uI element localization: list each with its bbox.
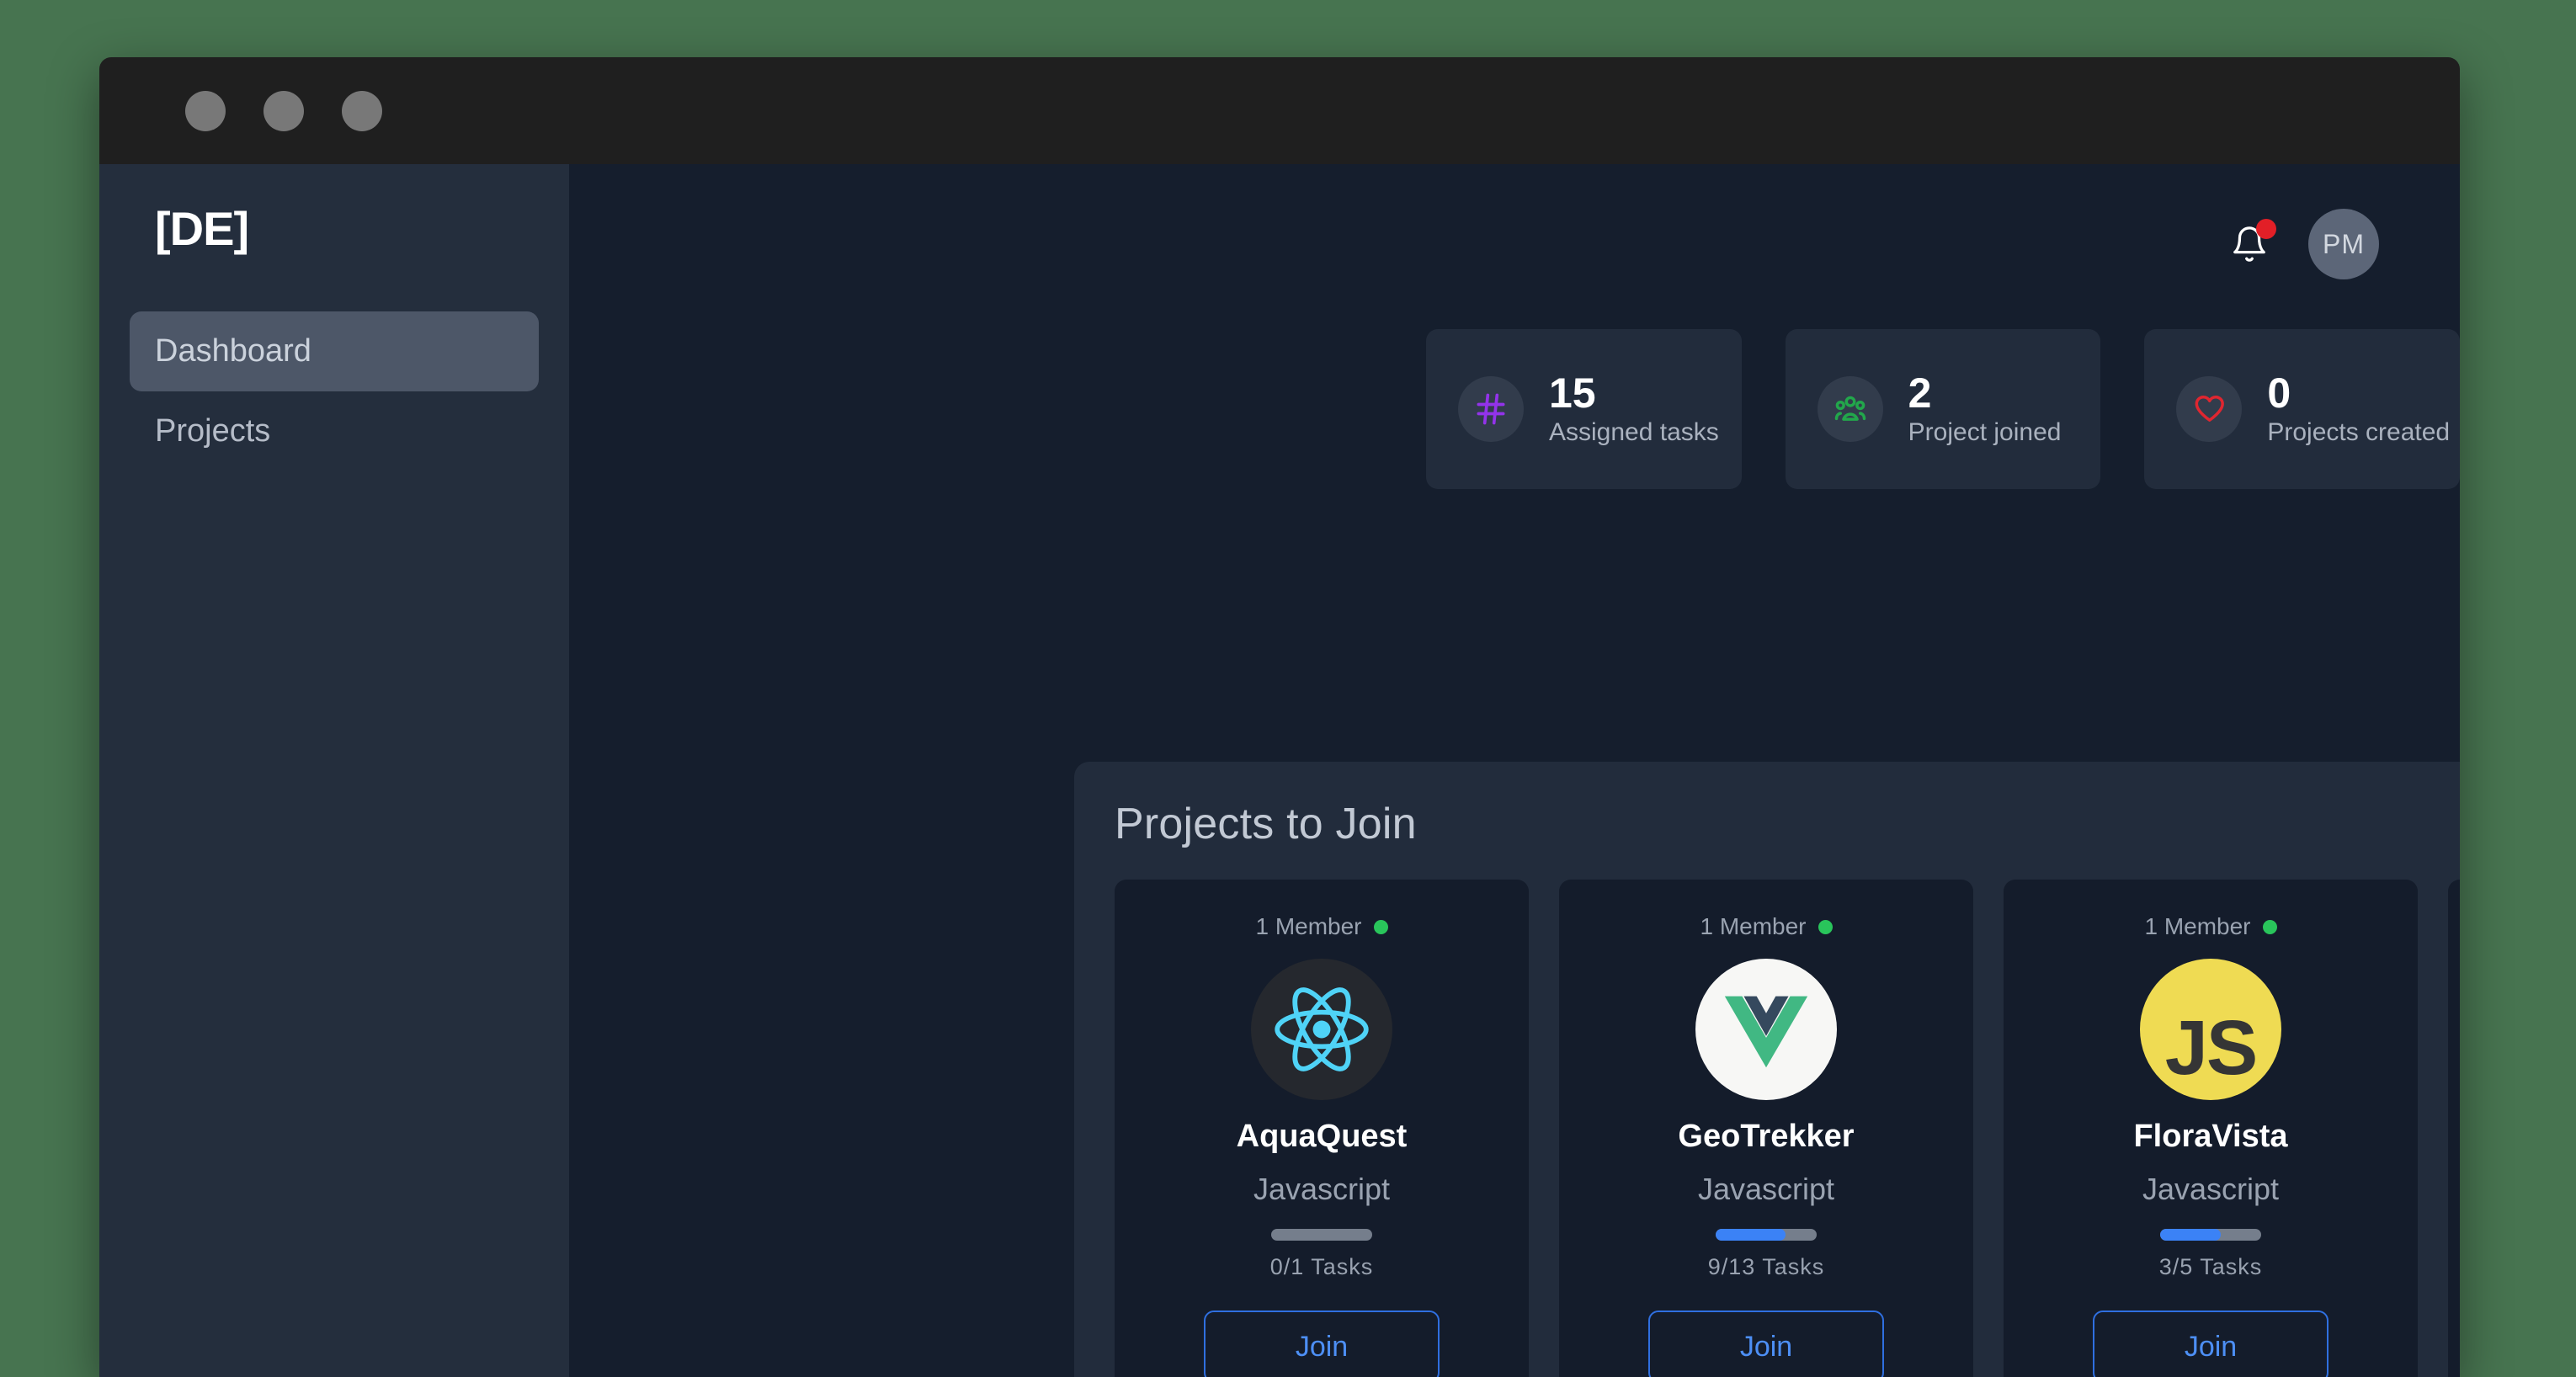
join-button[interactable]: Join [1204,1311,1440,1377]
stat-card-assigned-tasks[interactable]: 15 Assigned tasks [1426,329,1742,489]
heart-icon-wrap [2176,376,2243,442]
stat-value: 2 [1908,369,1932,417]
projects-to-join-panel: Projects to Join 1 Member AquaQuest Java… [1074,762,2460,1377]
top-bar: PM [569,164,2460,324]
member-count-row: 1 Member [2144,913,2277,940]
task-count-label: 9/13 Tasks [1707,1254,1825,1279]
close-dot[interactable] [185,90,226,131]
task-count-label: 0/1 Tasks [1269,1254,1374,1279]
project-card[interactable]: 1 Member JS FloraVista Javascript 3/5 Ta… [2004,880,2418,1377]
notifications-button[interactable] [2226,219,2276,268]
project-card-list: 1 Member AquaQuest Javascript 0/1 Tasks … [1115,880,2460,1377]
task-progress-bar [1716,1229,1817,1241]
heart-icon [2195,395,2225,422]
stat-card-projects-created[interactable]: 0 Projects created [2144,329,2460,489]
app-body: [DE] Dashboard Projects PM 15 Assigned t… [99,164,2460,1377]
sidebar-item-projects[interactable]: Projects [130,391,539,471]
app-logo[interactable]: [DE] [99,164,569,256]
project-language: Javascript [1253,1172,1391,1206]
project-card[interactable]: 1 Member JS DataGuardian Javascript 0/5 … [2448,880,2460,1377]
stat-label: Project joined [1908,418,2062,447]
minimize-dot[interactable] [263,90,304,131]
avatar[interactable]: PM [2308,209,2379,279]
task-count-label: 3/5 Tasks [2158,1254,2263,1279]
project-language: Javascript [2142,1172,2280,1206]
react-icon [1275,987,1369,1071]
member-count-label: 1 Member [1255,913,1362,939]
stat-text: 2 Project joined [1908,371,2062,448]
sidebar-item-dashboard[interactable]: Dashboard [130,311,539,391]
project-name: GeoTrekker [1678,1119,1855,1154]
status-badge [2262,919,2277,934]
notification-badge [2256,219,2276,239]
stat-value: 0 [2267,369,2291,417]
page-title: Projects to Join [1115,800,1417,848]
stat-cards: 15 Assigned tasks 2 Project joined 0 Pro… [569,329,2460,489]
project-name: FloraVista [2133,1119,2288,1154]
project-card[interactable]: 1 Member AquaQuest Javascript 0/1 Tasks … [1115,880,1529,1377]
project-logo [1251,959,1392,1100]
project-language: Javascript [1697,1172,1835,1206]
task-progress-fill [1716,1229,1786,1241]
sidebar: [DE] Dashboard Projects [99,164,569,1377]
project-logo: JS [2140,959,2281,1100]
hash-icon-wrap [1458,376,1524,442]
join-button[interactable]: Join [1648,1311,1884,1377]
member-count-row: 1 Member [1255,913,1388,940]
hash-icon [1477,393,1505,425]
sidebar-nav: Dashboard Projects [99,311,569,471]
vue-icon [1724,996,1808,1068]
task-progress-bar [2160,1229,2261,1241]
project-logo [1695,959,1837,1100]
stat-label: Projects created [2267,418,2451,447]
stat-value: 15 [1549,369,1596,417]
project-card[interactable]: 1 Member GeoTrekker Javascript 9/13 Task… [1559,880,1973,1377]
task-progress-fill [2160,1229,2221,1241]
maximize-dot[interactable] [342,90,382,131]
users-icon [1834,396,1865,421]
join-button[interactable]: Join [2093,1311,2329,1377]
member-count-row: 1 Member [1700,913,1833,940]
app-window: [DE] Dashboard Projects PM 15 Assigned t… [99,57,2460,1377]
member-count-label: 1 Member [2144,913,2251,939]
users-icon-wrap [1817,376,1883,442]
task-progress-bar [1271,1229,1372,1241]
window-titlebar [99,57,2460,164]
stat-text: 0 Projects created [2267,371,2450,448]
stat-label: Assigned tasks [1549,418,1719,447]
main-content: PM 15 Assigned tasks 2 Project joined 0 … [569,164,2460,1377]
project-name: AquaQuest [1236,1119,1408,1154]
stat-text: 15 Assigned tasks [1549,371,1719,448]
status-badge [1373,919,1388,934]
js-icon: JS [2164,1005,2259,1091]
stat-card-project-joined[interactable]: 2 Project joined [1785,329,2101,489]
member-count-label: 1 Member [1700,913,1807,939]
status-badge [1818,919,1833,934]
